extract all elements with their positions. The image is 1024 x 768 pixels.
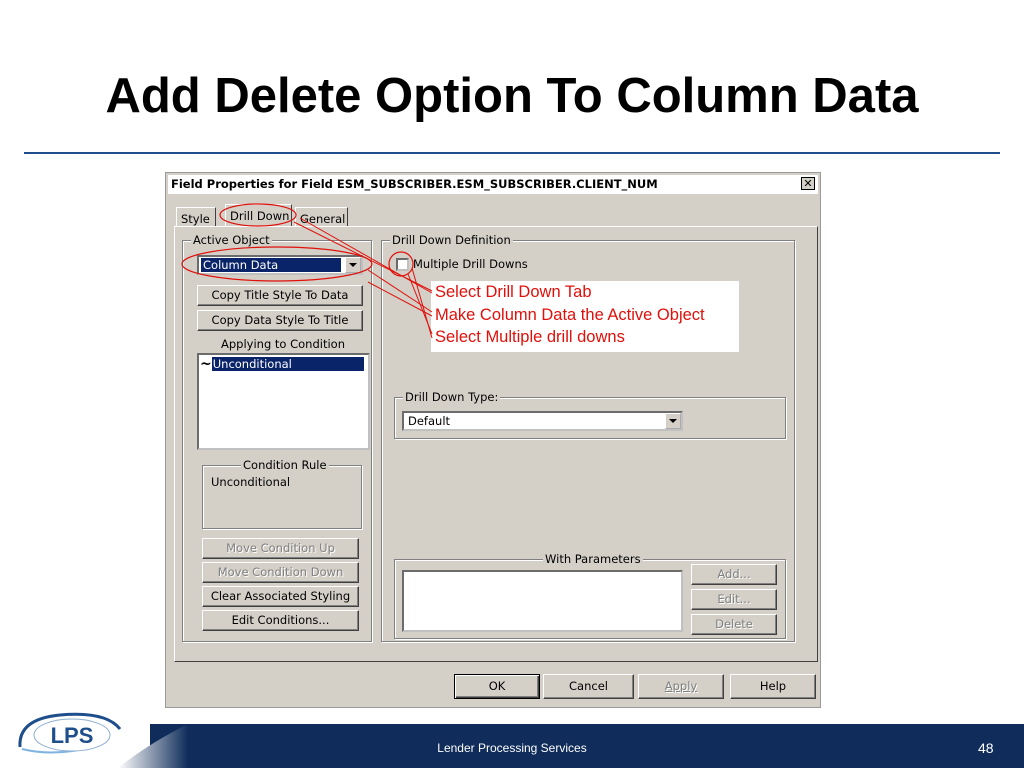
drill-down-definition-legend: Drill Down Definition (390, 233, 513, 247)
multiple-drill-downs-checkbox[interactable] (396, 258, 409, 271)
title-divider (24, 152, 1000, 154)
tab-label: Drill Down (230, 209, 290, 223)
tab-style[interactable]: Style (176, 207, 216, 227)
chevron-down-icon[interactable] (345, 257, 361, 273)
copy-data-style-button[interactable]: Copy Data Style To Title (197, 310, 363, 331)
callout-line: Select Drill Down Tab (435, 283, 592, 301)
applying-to-condition-legend: Applying to Condition (219, 337, 347, 351)
clear-associated-styling-button[interactable]: Clear Associated Styling (202, 586, 359, 607)
add-parameter-button[interactable]: Add... (691, 564, 777, 585)
ok-button[interactable]: OK (454, 674, 540, 699)
copy-title-style-button[interactable]: Copy Title Style To Data (197, 285, 363, 306)
field-properties-dialog: Field Properties for Field ESM_SUBSCRIBE… (165, 172, 821, 708)
condition-rule-value: Unconditional (211, 475, 291, 489)
condition-rule-group: Condition Rule Unconditional (202, 458, 362, 529)
move-condition-up-button[interactable]: Move Condition Up (202, 538, 359, 559)
slide-footer: Lender Processing Services 48 (0, 724, 1024, 768)
tab-label: Style (181, 212, 210, 226)
with-parameters-legend: With Parameters (543, 552, 643, 566)
instruction-callout: Select Drill Down Tab Make Column Data t… (431, 281, 739, 352)
move-condition-down-button[interactable]: Move Condition Down (202, 562, 359, 583)
drill-down-type-legend: Drill Down Type: (403, 390, 501, 404)
active-object-value: Column Data (201, 258, 341, 272)
tab-drill-down[interactable]: Drill Down (225, 204, 292, 227)
chevron-down-icon[interactable] (665, 413, 681, 429)
parameters-list[interactable] (402, 570, 683, 632)
condition-list[interactable]: ~Unconditional (197, 353, 370, 450)
active-object-select[interactable]: Column Data (197, 255, 363, 275)
active-object-legend: Active Object (191, 233, 272, 247)
callout-line: Make Column Data the Active Object (435, 305, 705, 324)
delete-parameter-button[interactable]: Delete (691, 614, 777, 635)
cancel-button[interactable]: Cancel (543, 674, 634, 699)
tab-general[interactable]: General (295, 207, 348, 227)
svg-text:LPS: LPS (51, 723, 94, 748)
slide-title: Add Delete Option To Column Data (105, 69, 919, 123)
condition-item-label: Unconditional (211, 357, 364, 371)
tab-label: General (300, 212, 346, 226)
footer-company-name: Lender Processing Services (437, 741, 587, 755)
drill-down-type-select[interactable]: Default (402, 411, 683, 431)
apply-button[interactable]: Apply (638, 674, 724, 699)
condition-rule-legend: Condition Rule (241, 458, 329, 472)
help-button[interactable]: Help (730, 674, 816, 699)
drill-down-type-value: Default (408, 414, 451, 428)
multiple-drill-downs-label[interactable]: Multiple Drill Downs (413, 257, 528, 271)
edit-parameter-button[interactable]: Edit... (691, 589, 777, 610)
edit-conditions-button[interactable]: Edit Conditions... (202, 610, 359, 631)
callout-line: Select Multiple drill downs (435, 328, 625, 346)
lps-logo-icon: LPS (18, 712, 122, 754)
list-item[interactable]: ~Unconditional (200, 357, 364, 371)
page-number: 48 (978, 740, 994, 756)
close-icon[interactable]: ✕ (801, 177, 815, 190)
dialog-title: Field Properties for Field ESM_SUBSCRIBE… (171, 177, 658, 191)
dialog-titlebar[interactable]: Field Properties for Field ESM_SUBSCRIBE… (168, 175, 818, 194)
tilde-icon: ~ (200, 356, 212, 372)
